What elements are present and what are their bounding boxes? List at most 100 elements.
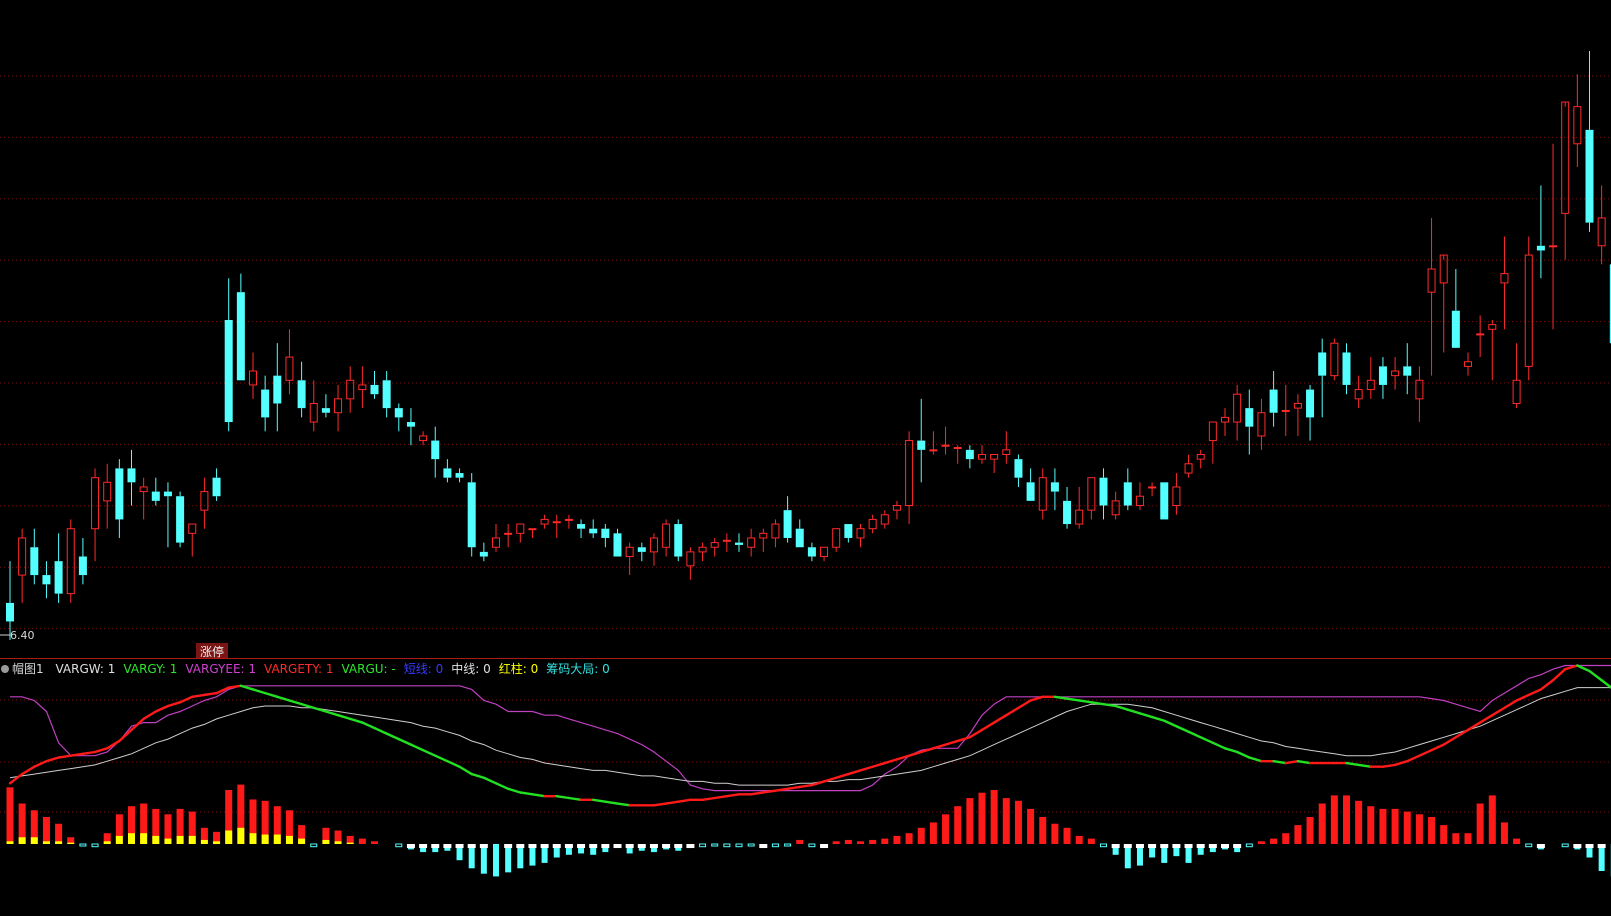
histogram-bar-red: [796, 840, 803, 844]
candle-body: [1258, 413, 1265, 436]
histogram-bar-white: [541, 844, 549, 848]
candle: [881, 510, 888, 529]
vargety-segment-up: [22, 767, 34, 774]
histogram-bar-yellow: [128, 833, 135, 844]
histogram-bar-red: [1270, 839, 1277, 844]
histogram-bar-white: [1172, 844, 1180, 848]
histogram-bar-yellow: [43, 841, 50, 844]
candle-body: [1173, 487, 1180, 506]
vargety-segment-up: [229, 686, 241, 688]
histogram-bar-cyan: [92, 844, 98, 847]
histogram-bar-yellow: [225, 831, 232, 845]
candle-body: [784, 510, 792, 538]
candle-body: [687, 552, 694, 566]
vargety-segment-up: [95, 748, 107, 752]
candle-body: [760, 533, 767, 538]
histogram-bar-white: [1148, 844, 1156, 848]
histogram-bar-white: [1136, 844, 1144, 848]
vargety-segment-up: [1529, 689, 1541, 695]
candle-body: [140, 487, 147, 492]
histogram-bar-red: [906, 833, 913, 844]
candle: [79, 538, 87, 584]
vargety-segment-up: [1383, 765, 1395, 767]
vargety-segment-up: [727, 794, 739, 796]
candle-body: [1489, 325, 1496, 330]
legend-item-2: VARGYEE: 1: [185, 662, 256, 676]
histogram-bar-red: [55, 824, 62, 844]
candle-body: [480, 552, 488, 557]
candle: [723, 533, 730, 552]
histogram-bar-white: [504, 844, 512, 848]
histogram-bar-yellow: [335, 841, 342, 844]
candle: [1318, 339, 1326, 418]
candle-body: [796, 529, 804, 548]
histogram-bar-white: [553, 844, 561, 848]
vargy-segment-down: [618, 804, 630, 806]
candle-body: [1428, 269, 1435, 292]
histogram-bar-yellow: [116, 836, 123, 844]
candle-body: [1477, 334, 1484, 335]
vargy-segment-down: [302, 704, 314, 708]
candle-body: [55, 561, 63, 593]
vargety-segment-up: [678, 800, 690, 802]
histogram-bar-white: [456, 844, 464, 848]
candle-body: [261, 390, 269, 418]
histogram-bar-red: [893, 836, 900, 844]
candle: [1440, 255, 1447, 352]
candle: [347, 366, 354, 412]
candle-body: [468, 482, 476, 547]
candle-body: [1100, 478, 1108, 506]
candle: [857, 524, 864, 547]
candle: [310, 380, 317, 431]
histogram-bar-yellow: [347, 843, 354, 844]
histogram-bar-yellow: [189, 836, 196, 844]
price-label-group: 6.40: [0, 629, 35, 642]
candle-body: [493, 538, 500, 547]
candle-body: [67, 529, 74, 594]
candle-body: [1513, 380, 1520, 403]
indicator-toggle-icon[interactable]: [1, 665, 9, 673]
candle: [1209, 422, 1216, 464]
candle: [92, 468, 99, 561]
candle: [674, 519, 682, 561]
vargy-segment-down: [399, 739, 411, 745]
candle-body: [1124, 482, 1132, 505]
vargy-segment-down: [1237, 752, 1249, 758]
candle-body: [1209, 422, 1216, 441]
histogram-bar-red: [1307, 817, 1314, 844]
candle-body: [650, 538, 657, 552]
candle: [893, 501, 900, 520]
histogram-bar-yellow: [140, 833, 147, 844]
vargy-segment-down: [375, 728, 387, 734]
vargy-segment-down: [387, 734, 399, 740]
candle: [942, 427, 949, 455]
histogram-bar-red: [1428, 817, 1435, 844]
candle: [1598, 186, 1605, 265]
candle-body: [298, 380, 306, 408]
candle: [322, 394, 330, 417]
candle: [1063, 487, 1071, 529]
candle-body: [176, 496, 184, 542]
histogram-bar-red: [857, 841, 864, 844]
legend-item-0: VARGW: 1: [55, 662, 115, 676]
candle: [930, 431, 937, 454]
histogram-bar-cyan: [1599, 844, 1605, 871]
histogram-bar-white: [1160, 844, 1168, 848]
vargety-segment-up: [836, 774, 848, 778]
candle: [1379, 357, 1387, 399]
histogram-bar-white: [759, 844, 767, 848]
histogram-bar-cyan: [1526, 844, 1532, 847]
candle: [784, 496, 792, 542]
candle-body: [1392, 371, 1399, 376]
vargyee-line: [10, 666, 1611, 791]
candlestick-series: [6, 51, 1611, 640]
vargy-segment-down: [423, 750, 435, 756]
histogram-bar-white: [1124, 844, 1132, 848]
histogram-bar-yellow: [286, 836, 293, 844]
candle-body: [1222, 417, 1229, 422]
legend-item-4: VARGU: -: [341, 662, 395, 676]
candle-body: [614, 533, 622, 556]
stock-chart[interactable]: 6.40 涨停 帽图1 VARGW: 1VARGY: 1VARGYEE: 1VA…: [0, 0, 1611, 912]
vargy-segment-down: [1249, 758, 1261, 762]
candle: [1355, 376, 1362, 408]
